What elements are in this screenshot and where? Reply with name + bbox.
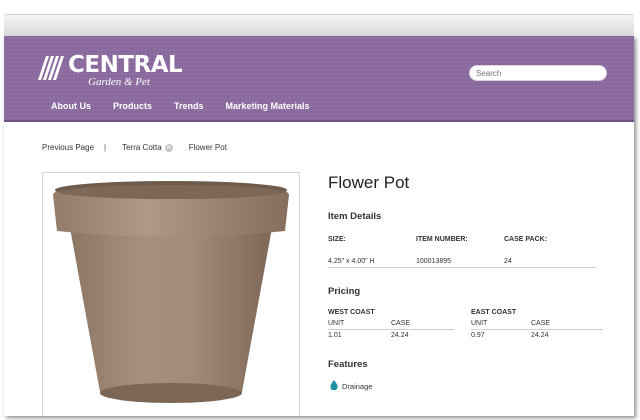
breadcrumb: Previous Page | Terra Cotta ✕ Flower Pot xyxy=(42,143,227,152)
logo[interactable]: CENTRAL Garden & Pet xyxy=(38,52,183,88)
item-number-value: 100013895 xyxy=(416,258,452,265)
size-label: SIZE: xyxy=(328,236,346,243)
logo-tagline: Garden & Pet xyxy=(88,76,150,88)
site-header: CENTRAL Garden & Pet About Us Products T… xyxy=(4,36,634,122)
item-number-label: ITEM NUMBER: xyxy=(416,236,468,243)
logo-wordmark: CENTRAL xyxy=(68,52,183,78)
case-pack-label: CASE PACK: xyxy=(504,236,548,243)
east-case-label: CASE xyxy=(531,320,551,327)
breadcrumb-separator: | xyxy=(104,143,107,152)
item-details-heading: Item Details xyxy=(328,211,382,222)
breadcrumb-current: Flower Pot xyxy=(188,143,227,152)
remove-filter-icon[interactable]: ✕ xyxy=(164,143,173,152)
west-unit-label: UNIT xyxy=(328,320,345,327)
main-nav: About Us Products Trends Marketing Mater… xyxy=(51,101,332,111)
nav-trends[interactable]: Trends xyxy=(174,101,204,111)
pricing-heading: Pricing xyxy=(328,286,361,297)
size-value: 4.25" x 4.00" H xyxy=(328,258,375,265)
west-case-price: 24.24 xyxy=(391,332,409,339)
product-title: Flower Pot xyxy=(328,173,410,192)
details-divider xyxy=(328,267,596,268)
browser-toolbar xyxy=(4,14,634,37)
nav-products[interactable]: Products xyxy=(113,101,152,111)
nav-about-us[interactable]: About Us xyxy=(51,101,91,111)
page-frame: CENTRAL Garden & Pet About Us Products T… xyxy=(4,36,634,416)
breadcrumb-previous-page[interactable]: Previous Page xyxy=(42,143,94,152)
logo-stripes-icon xyxy=(38,56,64,80)
east-unit-label: UNIT xyxy=(471,320,488,327)
search-input[interactable] xyxy=(469,65,607,81)
west-divider xyxy=(328,329,454,330)
west-coast-label: WEST COAST xyxy=(328,309,375,316)
breadcrumb-terra-cotta[interactable]: Terra Cotta xyxy=(122,143,162,152)
flower-pot-image xyxy=(53,181,289,403)
nav-marketing-materials[interactable]: Marketing Materials xyxy=(226,101,310,111)
water-drop-icon xyxy=(330,380,338,390)
product-image xyxy=(42,172,300,416)
east-case-price: 24.24 xyxy=(531,332,549,339)
west-unit-price: 1.01 xyxy=(328,332,342,339)
east-coast-label: EAST COAST xyxy=(471,309,517,316)
west-case-label: CASE xyxy=(391,320,411,327)
east-divider xyxy=(471,329,603,330)
east-unit-price: 0.97 xyxy=(471,332,485,339)
feature-drainage: Drainage xyxy=(342,382,373,391)
features-heading: Features xyxy=(328,359,368,370)
case-pack-value: 24 xyxy=(504,258,512,265)
